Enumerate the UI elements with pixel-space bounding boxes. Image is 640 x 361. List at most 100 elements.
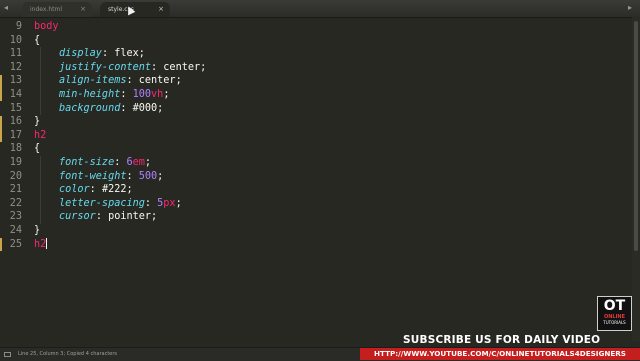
text-caret: [46, 238, 48, 250]
code-token: ;: [138, 48, 145, 60]
code-token: :: [126, 75, 139, 87]
line-number: 14: [9, 89, 22, 100]
tab-scroll-right-icon[interactable]: ▸: [628, 3, 632, 12]
code-line: justify-content: center;: [59, 61, 206, 75]
line-number: 17: [9, 129, 22, 141]
code-token: }: [34, 225, 41, 236]
line-number: 21: [9, 184, 22, 196]
line-number: 9: [15, 21, 22, 32]
tab-scroll-left-icon[interactable]: ◂: [4, 3, 8, 12]
code-line: font-size: 6em;: [59, 156, 151, 170]
line-number: 18: [9, 143, 22, 155]
code-token: vh: [151, 89, 164, 100]
code-line: }: [34, 115, 40, 129]
line-number: 12: [9, 61, 22, 73]
vertical-scrollbar[interactable]: [632, 17, 640, 341]
code-token: font-weight: [59, 170, 127, 182]
code-line: color: #222;: [59, 183, 133, 197]
code-token: center: [138, 75, 176, 87]
code-token: pointer: [108, 211, 152, 223]
panel-toggle-icon[interactable]: [4, 352, 11, 357]
code-line: background: #000;: [59, 102, 163, 116]
code-token: ;: [126, 184, 133, 196]
indent-guide: [40, 47, 41, 116]
code-token: justify-content: [59, 61, 152, 73]
code-token: ;: [157, 170, 164, 182]
code-token: ;: [151, 211, 158, 223]
code-line: body: [34, 20, 59, 34]
code-token: :: [120, 102, 133, 114]
code-token: {: [34, 34, 41, 46]
line-number: 25: [9, 238, 22, 250]
tab-style-css[interactable]: style.css ×: [100, 2, 170, 17]
modified-line-marker: [0, 129, 2, 143]
code-token: }: [34, 116, 41, 128]
subscribe-banner: SUBSCRIBE US FOR DAILY VIDEO: [403, 334, 601, 346]
tab-label: index.html: [30, 6, 62, 13]
scrollbar-thumb[interactable]: [634, 21, 638, 251]
tab-bar: ◂ index.html × style.css × ▸: [0, 0, 640, 18]
line-number: 11: [9, 48, 22, 60]
code-token: align-items: [59, 75, 127, 87]
tab-index-html[interactable]: index.html ×: [22, 2, 92, 17]
line-number: 23: [9, 211, 22, 223]
code-token: center: [163, 61, 201, 73]
code-token: cursor: [59, 211, 96, 223]
close-icon[interactable]: ×: [158, 2, 164, 17]
code-line: letter-spacing: 5px;: [59, 197, 182, 211]
status-text: Line 25, Column 3; Copied 4 characters: [18, 351, 118, 357]
code-line: display: flex;: [59, 47, 145, 61]
modified-line-marker: [0, 237, 2, 251]
line-number: 15: [9, 102, 22, 114]
code-token: letter-spacing: [59, 197, 145, 209]
code-token: :: [114, 157, 127, 168]
code-token: px: [163, 197, 176, 209]
line-number-gutter: 9 10 11 12 13 14 15 16 17 18 19 20 21 22 23 24 25: [0, 17, 26, 341]
line-number: 19: [9, 157, 22, 168]
code-token: :: [95, 211, 109, 223]
code-token: :: [89, 184, 102, 196]
code-token: h2: [34, 238, 47, 250]
channel-url-banner[interactable]: HTTP://WWW.YOUTUBE.COM/C/ONLINETUTORIALS…: [360, 348, 640, 360]
code-token: :: [144, 197, 158, 209]
code-line: h2: [34, 238, 48, 252]
logo-ot: OT: [603, 298, 626, 314]
code-token: ;: [157, 102, 164, 114]
code-token: ;: [144, 157, 152, 168]
code-token: em: [132, 157, 145, 168]
line-number: 20: [9, 170, 22, 182]
code-line: align-items: center;: [59, 74, 182, 88]
code-token: flex: [114, 48, 139, 60]
code-token: font-size: [59, 157, 115, 168]
modified-line-marker: [0, 74, 2, 88]
code-token: ;: [163, 89, 170, 100]
code-line: {: [34, 142, 40, 156]
code-editor[interactable]: body{display: flex; justify-content: cent…: [34, 17, 634, 341]
code-line: min-height: 100vh;: [59, 88, 169, 102]
line-number: 22: [9, 197, 22, 209]
line-number: 16: [9, 116, 22, 128]
code-line: }: [34, 224, 40, 238]
line-number: 13: [9, 75, 22, 87]
code-token: {: [34, 143, 41, 155]
code-token: ;: [200, 61, 207, 73]
code-token: min-height: [59, 89, 121, 100]
logo-tutorials: TUTORIALS: [603, 320, 626, 325]
code-token: h2: [34, 129, 47, 141]
code-line: h2: [34, 129, 46, 143]
code-token: background: [59, 102, 121, 114]
code-token: #000: [132, 102, 158, 114]
code-token: display: [59, 48, 102, 60]
code-line: {: [34, 34, 40, 48]
code-token: ;: [175, 75, 182, 87]
close-icon[interactable]: ×: [80, 2, 86, 17]
code-token: :: [120, 89, 133, 100]
code-line: font-weight: 500;: [59, 170, 163, 184]
line-number: 24: [9, 225, 22, 236]
code-token: ;: [175, 197, 182, 209]
code-token: #222: [101, 184, 127, 196]
code-token: body: [34, 21, 59, 32]
modified-line-marker: [0, 115, 2, 129]
code-token: :: [151, 61, 164, 73]
code-token: :: [126, 170, 139, 182]
